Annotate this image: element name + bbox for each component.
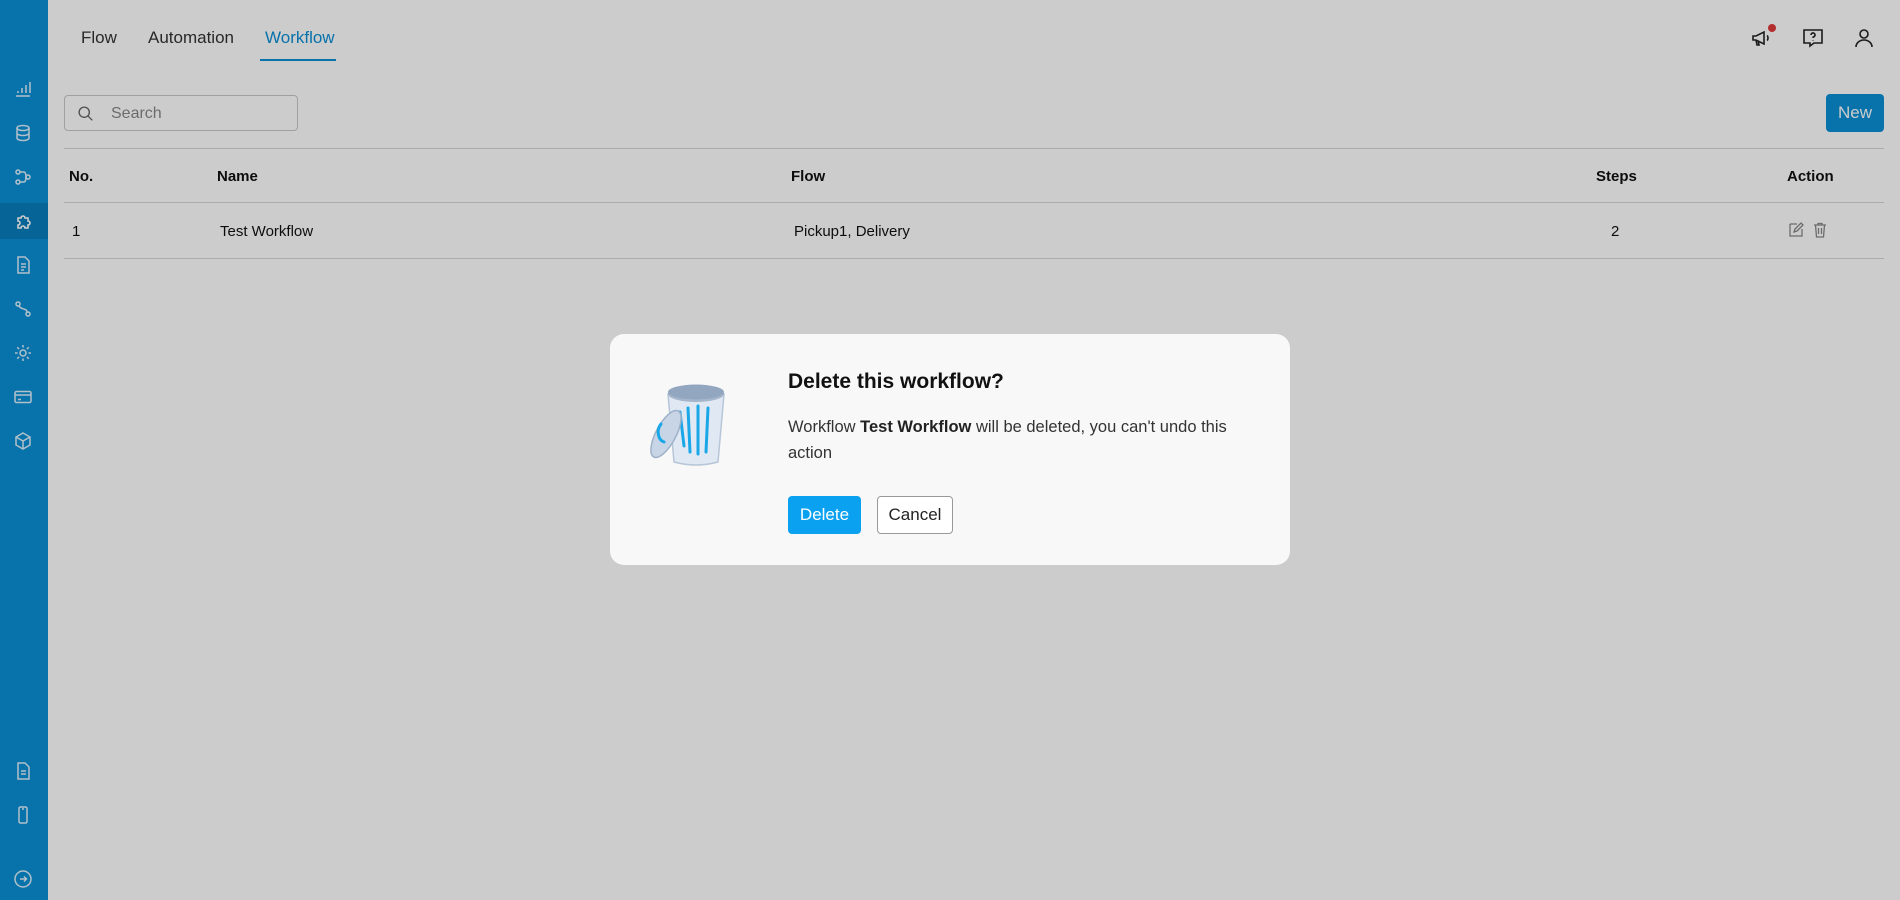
dialog-message: Workflow Test Workflow will be deleted, … [788, 414, 1258, 466]
cancel-button[interactable]: Cancel [877, 496, 953, 534]
dialog-message-prefix: Workflow [788, 418, 861, 436]
dialog-title: Delete this workflow? [788, 370, 1004, 393]
delete-confirmation-dialog: Delete this workflow? Workflow Test Work… [610, 334, 1290, 565]
dialog-workflow-name: Test Workflow [860, 418, 972, 436]
delete-button[interactable]: Delete [788, 496, 861, 534]
trash-can-illustration-icon [646, 372, 746, 472]
